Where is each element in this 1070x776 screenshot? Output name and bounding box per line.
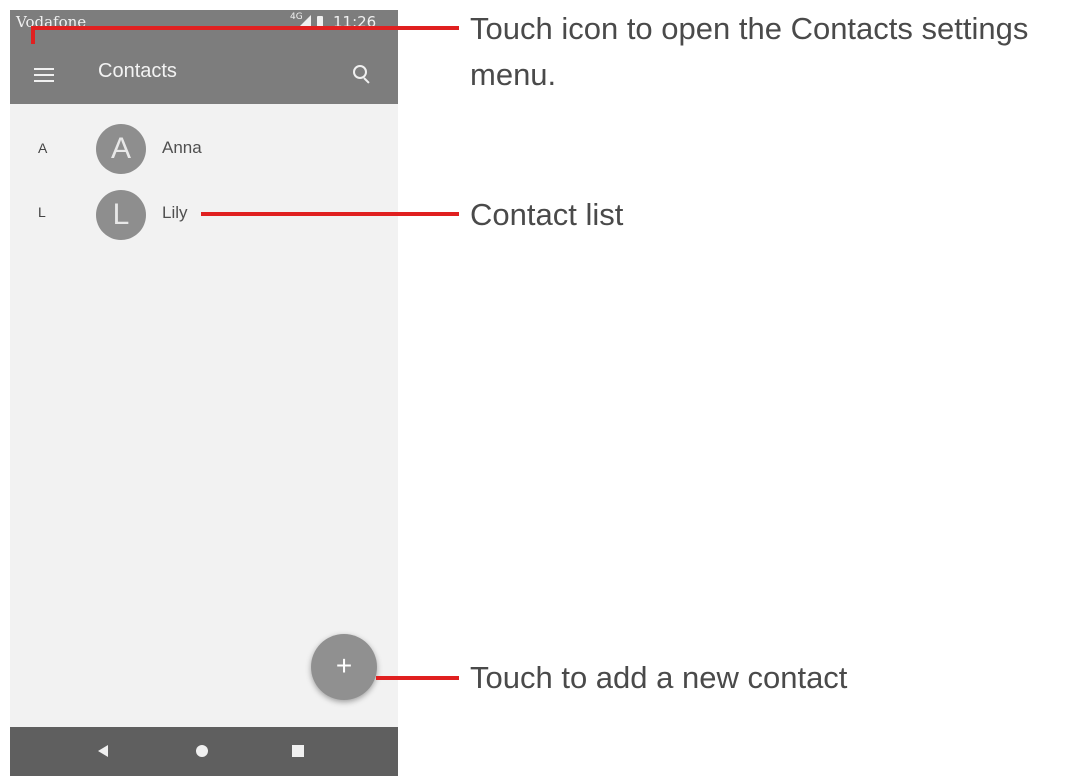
list-callout-text: Contact list <box>470 197 624 232</box>
menu-callout-line <box>31 26 459 30</box>
menu-callout-text-line2: menu. <box>470 57 557 92</box>
search-icon[interactable] <box>351 63 373 85</box>
app-bar: Vodafone 4G 11:26 Contacts <box>10 10 398 104</box>
avatar: A <box>96 124 146 174</box>
page-title: Contacts <box>98 60 177 82</box>
section-letter: A <box>38 140 48 156</box>
hamburger-menu-icon[interactable] <box>32 65 56 85</box>
navigation-bar <box>10 727 398 776</box>
section-letter: L <box>38 204 46 220</box>
contact-name: Lily <box>162 203 188 222</box>
contact-row-anna[interactable]: A A Anna <box>10 117 398 181</box>
menu-callout-text-line1: Touch icon to open the Contacts settings <box>470 11 1029 46</box>
contact-name: Anna <box>162 138 202 157</box>
back-icon[interactable] <box>98 745 108 757</box>
home-icon[interactable] <box>196 745 208 757</box>
add-callout-text: Touch to add a new contact <box>470 660 848 695</box>
add-contact-button[interactable]: + <box>311 634 377 700</box>
list-callout-line <box>201 212 459 216</box>
recents-icon[interactable] <box>292 745 304 757</box>
add-callout-line <box>376 676 459 680</box>
phone-screen: Vodafone 4G 11:26 Contacts A A Anna L L … <box>10 10 398 776</box>
avatar: L <box>96 190 146 240</box>
